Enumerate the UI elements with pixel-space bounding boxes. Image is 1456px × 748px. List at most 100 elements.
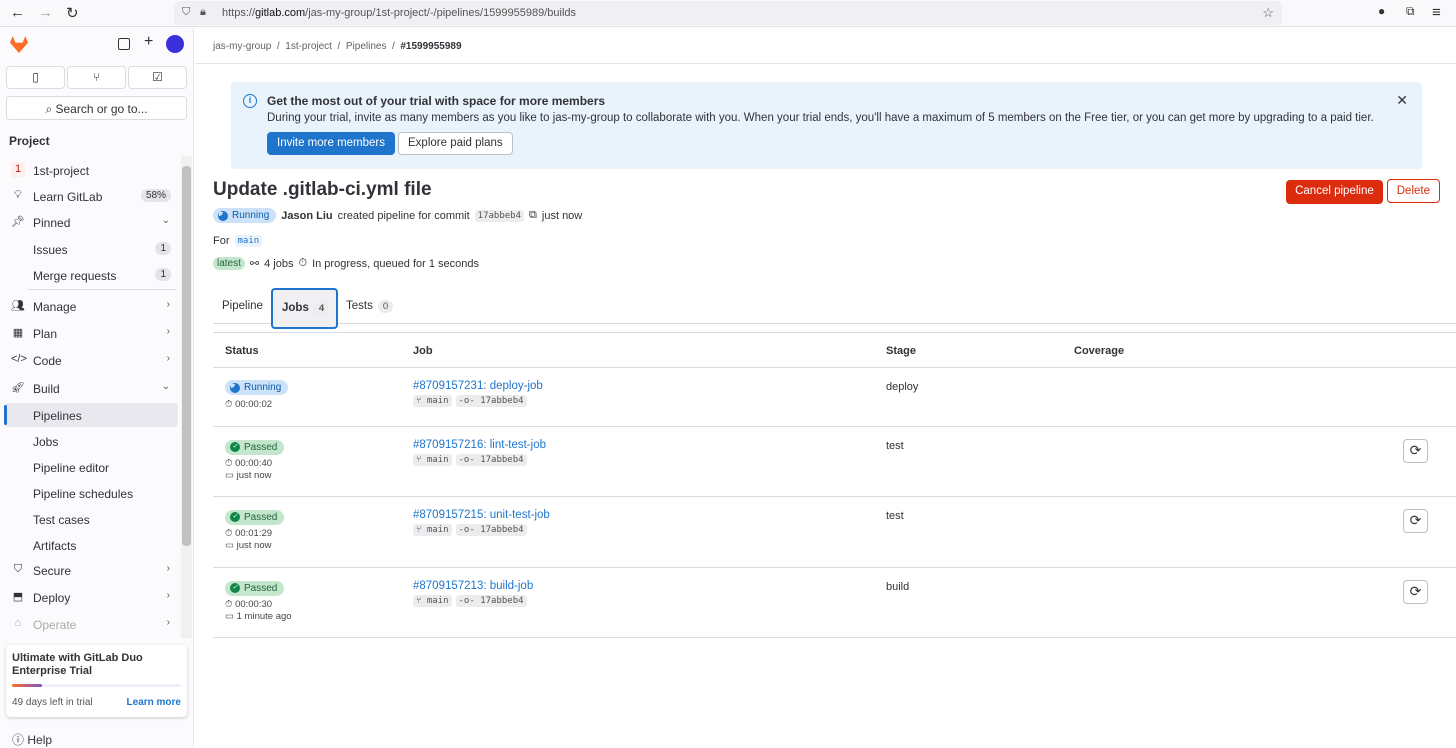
sidebar-item-code[interactable]: </> Code › (4, 348, 178, 372)
explore-plans-button[interactable]: Explore paid plans (398, 132, 513, 155)
invite-members-button[interactable]: Invite more members (267, 132, 396, 155)
commit-tag[interactable]: -o- 17abbeb4 (455, 395, 527, 407)
status-label: Passed (244, 511, 278, 523)
job-link[interactable]: #8709157231: deploy-job (413, 380, 543, 392)
job-status-badge[interactable]: ✓ Passed (225, 439, 285, 455)
todos-button[interactable]: ☑ (128, 66, 187, 89)
help-button[interactable]: ⓘ Help (12, 731, 52, 748)
tab-jobs[interactable]: Jobs 4 (271, 288, 338, 329)
job-link[interactable]: #8709157216: lint-test-job (413, 439, 546, 451)
bookmark-star-icon[interactable]: ☆ (1262, 5, 1274, 21)
retry-button[interactable]: ⟳ (1403, 439, 1428, 463)
create-new-icon[interactable]: + (144, 33, 153, 51)
commit-tag[interactable]: -o- 17abbeb4 (455, 524, 527, 536)
sidebar-item-manage[interactable]: 👥︎ Manage › (4, 294, 178, 318)
reload-icon[interactable]: ↻ (66, 4, 79, 22)
branch-tag[interactable]: ⑂ main (413, 595, 452, 607)
branch-icon: ⑂ (416, 525, 422, 535)
branch-tag[interactable]: ⑂ main (413, 524, 452, 536)
sidebar-item-pinned[interactable]: 📌︎ Pinned ⌄ (4, 210, 178, 234)
address-bar[interactable]: ⛉ 🔒︎ https://gitlab.com/jas-my-group/1st-p… (174, 1, 1282, 25)
merge-requests-button[interactable]: ⑂ (67, 66, 126, 89)
tab-pipeline[interactable]: Pipeline (213, 288, 272, 324)
commit-sha[interactable]: 17abbeb4 (474, 209, 525, 222)
breadcrumb-current[interactable]: #1599955989 (400, 41, 461, 52)
copy-icon[interactable]: ⧉ (529, 209, 537, 222)
sidebar-item-label: Deploy (33, 591, 71, 605)
job-link[interactable]: #8709157215: unit-test-job (413, 509, 550, 521)
cancel-pipeline-button[interactable]: Cancel pipeline (1286, 180, 1383, 204)
latest-badge: latest (213, 257, 245, 270)
retry-button[interactable]: ⟳ (1403, 509, 1428, 533)
header-status: Status (225, 345, 259, 357)
job-link[interactable]: #8709157213: build-job (413, 580, 533, 592)
back-icon[interactable]: ← (10, 4, 25, 21)
sidebar-item-pipeline-editor[interactable]: Pipeline editor (4, 455, 178, 479)
sidebar-item-label: Test cases (33, 513, 90, 527)
url-domain: gitlab.com (255, 7, 306, 19)
status-badge[interactable]: Running (213, 208, 277, 223)
timer-icon: ⏱︎ (298, 257, 308, 269)
tab-tests[interactable]: Tests 0 (337, 288, 402, 324)
trial-widget[interactable]: Ultimate with GitLab Duo Enterprise Tria… (6, 645, 187, 717)
sidebar-item-operate[interactable]: ⌂ Operate › (4, 612, 178, 636)
tab-count: 0 (377, 300, 394, 313)
forward-icon[interactable]: → (38, 4, 53, 21)
job-status-badge[interactable]: Running (225, 380, 289, 395)
author-link[interactable]: Jason Liu (281, 210, 332, 222)
scrollbar-thumb[interactable] (182, 166, 191, 546)
branch-link[interactable]: main (234, 235, 263, 247)
sidebar-item-jobs[interactable]: Jobs (4, 429, 178, 453)
breadcrumb-project[interactable]: 1st-project (285, 41, 332, 52)
issues-button[interactable]: ▯ (6, 66, 65, 89)
sidebar-scrollbar[interactable] (181, 156, 192, 638)
breadcrumb-pipelines[interactable]: Pipelines (346, 41, 387, 52)
search-button[interactable]: ⌕ Search or go to... (6, 96, 187, 120)
job-status-badge[interactable]: ✓ Passed (225, 580, 285, 596)
job-duration: 00:00:02 (235, 398, 273, 410)
sidebar-item-label: Secure (33, 564, 72, 578)
sidebar-item-merge-requests[interactable]: Merge requests 1 (4, 263, 178, 287)
sidebar-item-issues[interactable]: Issues 1 (4, 237, 178, 261)
job-status-badge[interactable]: ✓ Passed (225, 509, 285, 525)
commit-sha: 17abbeb4 (480, 455, 524, 465)
alert-body: During your trial, invite as many member… (267, 112, 1374, 124)
close-icon[interactable]: ✕ (1396, 92, 1408, 109)
tab-label: Pipeline (222, 300, 263, 312)
avatar[interactable] (166, 35, 184, 53)
sidebar-item-build[interactable]: 🚀︎ Build ⌄ (4, 376, 178, 400)
sidebar-item-project[interactable]: 1 1st-project (4, 158, 178, 182)
gitlab-logo-icon[interactable] (10, 36, 28, 53)
sidebar-item-label: Pinned (33, 216, 71, 230)
delete-button[interactable]: Delete (1386, 179, 1440, 203)
shield-icon: ⛉ (13, 563, 23, 575)
learn-more-link[interactable]: Learn more (127, 697, 181, 708)
branch-name: main (426, 455, 449, 465)
branch-tag[interactable]: ⑂ main (413, 395, 452, 407)
profile-icon[interactable]: ● (1378, 4, 1385, 18)
sidebar-item-artifacts[interactable]: Artifacts (4, 533, 178, 557)
sidebar-item-pipeline-schedules[interactable]: Pipeline schedules (4, 481, 178, 505)
menu-icon[interactable]: ≡ (1432, 4, 1441, 21)
rocket-icon: 🚀︎ (11, 382, 25, 394)
sidebar-item-test-cases[interactable]: Test cases (4, 507, 178, 531)
trial-days-left: 49 days left in trial (12, 697, 93, 708)
sidebar-item-secure[interactable]: ⛉ Secure › (4, 558, 178, 582)
sidebar-item-plan[interactable]: ▦ Plan › (4, 321, 178, 345)
sidebar-item-deploy[interactable]: ⬒ Deploy › (4, 585, 178, 609)
branch-tag[interactable]: ⑂ main (413, 454, 452, 466)
retry-icon: ⟳ (1409, 583, 1422, 599)
job-finished: just now (236, 539, 272, 551)
sidebar-item-pipelines[interactable]: Pipelines (4, 403, 178, 427)
sidebar-item-label: Code (33, 354, 62, 368)
extensions-icon[interactable]: ⧉ (1406, 4, 1415, 19)
retry-icon: ⟳ (1409, 512, 1422, 528)
commit-tag[interactable]: -o- 17abbeb4 (455, 454, 527, 466)
check-circle-icon: ✓ (230, 583, 240, 593)
commit-tag[interactable]: -o- 17abbeb4 (455, 595, 527, 607)
sidebar-item-learn-gitlab[interactable]: 💡︎ Learn GitLab 58% (4, 184, 178, 208)
chevron-right-icon: › (166, 563, 170, 574)
breadcrumb-group[interactable]: jas-my-group (213, 41, 271, 52)
collapse-sidebar-icon[interactable] (118, 38, 130, 50)
retry-button[interactable]: ⟳ (1403, 580, 1428, 604)
